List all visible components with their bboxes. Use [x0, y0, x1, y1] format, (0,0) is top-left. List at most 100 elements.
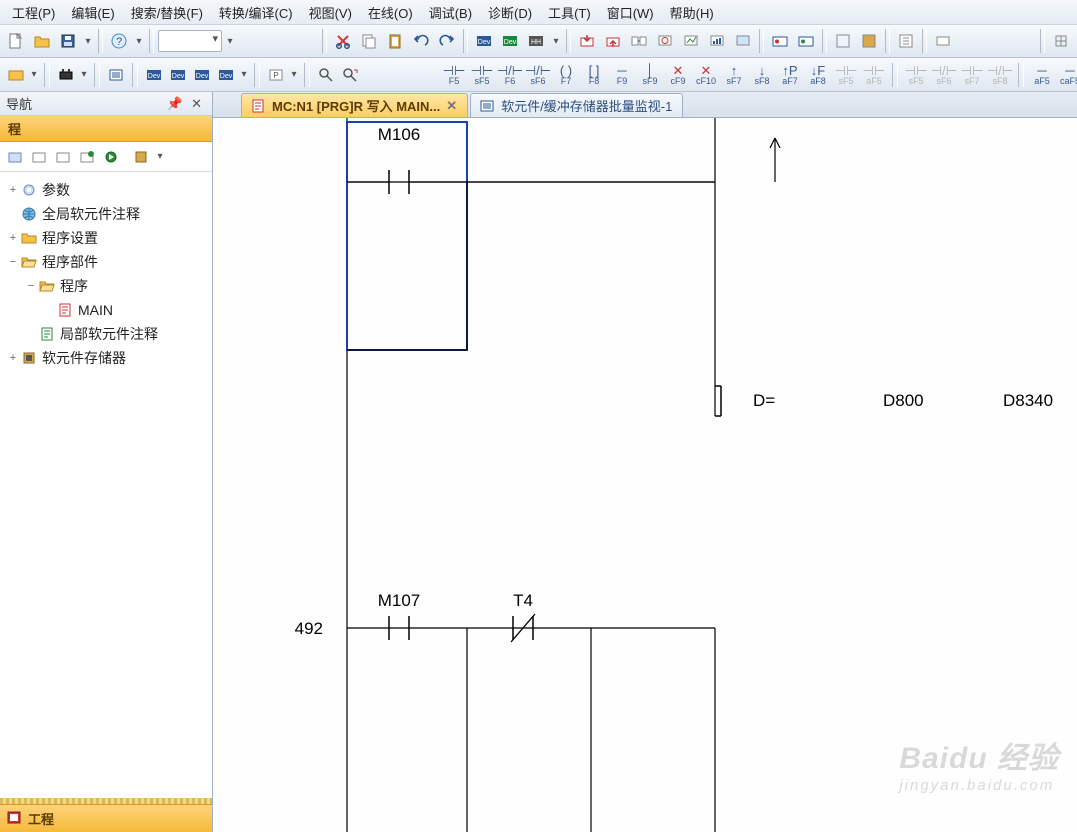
- monitor3-button[interactable]: [705, 29, 729, 53]
- tool-d-button[interactable]: [931, 29, 955, 53]
- pin-icon[interactable]: 📌: [163, 96, 187, 112]
- t2-dev3[interactable]: Dev: [190, 63, 214, 87]
- navtool-1[interactable]: [4, 146, 26, 168]
- key-f9[interactable]: ─F9: [608, 61, 636, 89]
- menu-online[interactable]: 在线(O): [360, 1, 421, 24]
- menu-diagnostics[interactable]: 诊断(D): [480, 1, 540, 24]
- key-f5[interactable]: ⊣⊢F5: [440, 61, 468, 89]
- tab-device-monitor[interactable]: 软元件/缓冲存储器批量监视-1: [470, 93, 683, 117]
- t2-find[interactable]: [314, 63, 338, 87]
- dev1-button[interactable]: Dev: [472, 29, 496, 53]
- key-af8[interactable]: ↓FaF8: [804, 61, 832, 89]
- tree-item-program-settings[interactable]: + 程序设置: [2, 226, 210, 250]
- key-cf9[interactable]: ✕cF9: [664, 61, 692, 89]
- copy-button[interactable]: [357, 29, 381, 53]
- t2-dd2[interactable]: ▾: [78, 64, 90, 86]
- cut-button[interactable]: [331, 29, 355, 53]
- menu-compile[interactable]: 转换/编译(C): [211, 1, 301, 24]
- navtool-4[interactable]: [76, 146, 98, 168]
- key-af7[interactable]: ↑PaF7: [776, 61, 804, 89]
- zoom-combo[interactable]: [158, 30, 222, 52]
- tree-item-program[interactable]: − 程序: [2, 274, 210, 298]
- key-sf7[interactable]: ↑sF7: [720, 61, 748, 89]
- key-saf6[interactable]: ⊣/⊢sF6: [930, 61, 958, 89]
- t2-param[interactable]: P: [264, 63, 288, 87]
- key-saf5[interactable]: ⊣⊢sF5: [832, 61, 860, 89]
- key-sf5[interactable]: ⊣⊢sF5: [468, 61, 496, 89]
- tool-c-button[interactable]: [894, 29, 918, 53]
- combo-dropdown[interactable]: ▾: [224, 30, 236, 52]
- dev2-button[interactable]: Dev: [498, 29, 522, 53]
- tab-close-icon[interactable]: ✕: [446, 98, 457, 114]
- write-plc-button[interactable]: [575, 29, 599, 53]
- key-saf8[interactable]: ⊣/⊢sF8: [986, 61, 1014, 89]
- key-sf8[interactable]: ↓sF8: [748, 61, 776, 89]
- redo-button[interactable]: [435, 29, 459, 53]
- monitor4-button[interactable]: [731, 29, 755, 53]
- key-af5[interactable]: ⊣⊢aF5: [860, 61, 888, 89]
- key-f6[interactable]: ⊣/⊢F6: [496, 61, 524, 89]
- open-button[interactable]: [30, 29, 54, 53]
- monitor2-button[interactable]: [679, 29, 703, 53]
- menu-search[interactable]: 搜索/替换(F): [123, 1, 211, 24]
- key-sf9[interactable]: │sF9: [636, 61, 664, 89]
- tree-item-device-memory[interactable]: + 软元件存储器: [2, 346, 210, 370]
- menu-edit[interactable]: 编辑(E): [63, 1, 122, 24]
- key-saf7[interactable]: ⊣⊢sF7: [958, 61, 986, 89]
- ladder-canvas[interactable]: M106 D= D800 D8340 492: [213, 118, 1077, 832]
- navtool-6[interactable]: [130, 146, 152, 168]
- key-af5c[interactable]: ─aF5: [1028, 61, 1056, 89]
- navtool-5[interactable]: [100, 146, 122, 168]
- t2-btn1[interactable]: [4, 63, 28, 87]
- hh-button[interactable]: HH: [524, 29, 548, 53]
- t2-dev4[interactable]: Dev: [214, 63, 238, 87]
- nav-footer[interactable]: 工程: [0, 804, 212, 832]
- read-plc-button[interactable]: [601, 29, 625, 53]
- t2-find2[interactable]: [338, 63, 362, 87]
- t2-dd3[interactable]: ▾: [238, 64, 250, 86]
- tree-item-program-parts[interactable]: − 程序部件: [2, 250, 210, 274]
- menu-tools[interactable]: 工具(T): [540, 1, 599, 24]
- t2-dd4[interactable]: ▾: [288, 64, 300, 86]
- help-dropdown[interactable]: ▾: [133, 30, 145, 52]
- tree-item-local-comment[interactable]: 局部软元件注释: [2, 322, 210, 346]
- key-caf5[interactable]: ─caF5: [1056, 61, 1077, 89]
- sim2-button[interactable]: [794, 29, 818, 53]
- navtool-2[interactable]: [28, 146, 50, 168]
- t2-dev2[interactable]: Dev: [166, 63, 190, 87]
- help-button[interactable]: ?: [107, 29, 131, 53]
- menu-debug[interactable]: 调试(B): [421, 1, 480, 24]
- menu-help[interactable]: 帮助(H): [662, 1, 722, 24]
- menu-view[interactable]: 视图(V): [301, 1, 360, 24]
- tree-item-global-comment[interactable]: 全局软元件注释: [2, 202, 210, 226]
- t2-btn2[interactable]: [54, 63, 78, 87]
- key-f8[interactable]: [ ]F8: [580, 61, 608, 89]
- paste-button[interactable]: [383, 29, 407, 53]
- t2-btn3[interactable]: [104, 63, 128, 87]
- tool-a-button[interactable]: [831, 29, 855, 53]
- key-saf5b[interactable]: ⊣⊢sF5: [902, 61, 930, 89]
- tool-b-button[interactable]: [857, 29, 881, 53]
- key-sf6[interactable]: ⊣/⊢sF6: [524, 61, 552, 89]
- navtool-dd[interactable]: ▾: [154, 146, 166, 168]
- verify-button[interactable]: [627, 29, 651, 53]
- navtool-3[interactable]: [52, 146, 74, 168]
- new-button[interactable]: [4, 29, 28, 53]
- t2-dev1[interactable]: Dev: [142, 63, 166, 87]
- tab-main[interactable]: MC:N1 [PRG]R 写入 MAIN... ✕: [241, 93, 468, 117]
- menu-project[interactable]: 工程(P): [4, 1, 63, 24]
- sim1-button[interactable]: [768, 29, 792, 53]
- menu-window[interactable]: 窗口(W): [599, 1, 662, 24]
- monitor1-button[interactable]: [653, 29, 677, 53]
- tree-item-main[interactable]: MAIN: [2, 298, 210, 322]
- save-dropdown[interactable]: ▾: [82, 30, 94, 52]
- undo-button[interactable]: [409, 29, 433, 53]
- key-cf10[interactable]: ✕cF10: [692, 61, 720, 89]
- close-icon[interactable]: ✕: [187, 96, 206, 112]
- tool-right-button[interactable]: [1049, 29, 1073, 53]
- tree-item-params[interactable]: + 参数: [2, 178, 210, 202]
- hh-dropdown[interactable]: ▾: [550, 30, 562, 52]
- t2-dd1[interactable]: ▾: [28, 64, 40, 86]
- key-f7[interactable]: ( )F7: [552, 61, 580, 89]
- save-button[interactable]: [56, 29, 80, 53]
